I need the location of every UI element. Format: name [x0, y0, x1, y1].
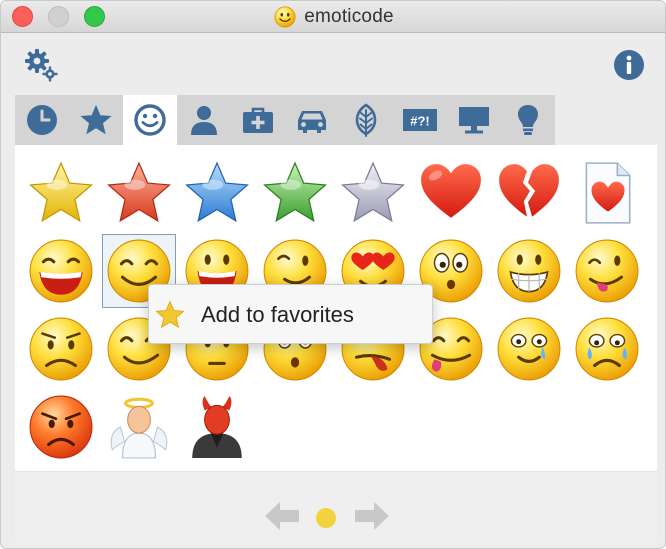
- context-menu: Add to favorites: [148, 284, 433, 344]
- smiley-icon: [274, 6, 296, 28]
- tab-travel[interactable]: [285, 95, 339, 145]
- add-to-favorites-label: Add to favorites: [201, 302, 354, 327]
- emoticon-heart-document[interactable]: [570, 156, 644, 230]
- emoticon-devil[interactable]: [180, 390, 254, 464]
- lightbulb-icon: [517, 105, 539, 135]
- emoticon-broken-heart[interactable]: [492, 156, 566, 230]
- emoticon-angel[interactable]: [102, 390, 176, 464]
- toolbar: [1, 33, 665, 95]
- emoticon-big-grin-face[interactable]: [492, 234, 566, 308]
- window-title: emoticode: [304, 6, 394, 27]
- favorite-star-icon: [155, 300, 185, 329]
- info-icon[interactable]: [613, 49, 645, 81]
- svg-text:#?!: #?!: [410, 114, 430, 129]
- tab-symbols[interactable]: #?!: [393, 95, 447, 145]
- emoticon-red-star[interactable]: [102, 156, 176, 230]
- emoticon-crying-face[interactable]: [570, 312, 644, 386]
- smiley-icon: [134, 104, 166, 136]
- tab-favorites[interactable]: [69, 95, 123, 145]
- arrow-left-icon[interactable]: [265, 502, 299, 530]
- emoticon-worried-face[interactable]: [24, 312, 98, 386]
- app-window: emoticode #?! Add to favorites: [0, 0, 666, 549]
- emoticon-tongue-out-face[interactable]: [570, 234, 644, 308]
- tab-people[interactable]: [177, 95, 231, 145]
- emoticon-laughing-face[interactable]: [24, 234, 98, 308]
- car-icon: [298, 111, 326, 133]
- title-bar: emoticode: [1, 1, 665, 33]
- emoticon-blue-star[interactable]: [180, 156, 254, 230]
- tab-smileys[interactable]: [123, 95, 177, 145]
- category-tab-bar: #?!: [15, 95, 555, 145]
- person-icon: [191, 106, 217, 135]
- tab-nature[interactable]: [339, 95, 393, 145]
- monitor-icon: [459, 107, 489, 134]
- tab-recent[interactable]: [15, 95, 69, 145]
- emoticon-gold-star[interactable]: [24, 156, 98, 230]
- tab-computer[interactable]: [447, 95, 501, 145]
- settings-gears-icon[interactable]: [23, 47, 59, 83]
- leaf-icon: [355, 103, 377, 137]
- symbols-text-icon: #?!: [403, 109, 437, 131]
- tab-ideas[interactable]: [501, 95, 555, 145]
- emoticon-angry-face[interactable]: [24, 390, 98, 464]
- medical-kit-icon: [243, 107, 273, 133]
- emoticon-green-star[interactable]: [258, 156, 332, 230]
- arrow-right-icon[interactable]: [355, 502, 389, 530]
- pagination-bar: [15, 471, 657, 543]
- add-to-favorites-menu-item[interactable]: Add to favorites: [149, 285, 434, 345]
- clock-icon: [27, 105, 57, 135]
- emoticon-silver-star[interactable]: [336, 156, 410, 230]
- tab-objects[interactable]: [231, 95, 285, 145]
- star-icon: [80, 105, 112, 135]
- emoticon-red-heart[interactable]: [414, 156, 488, 230]
- emoticon-tears-of-joy-face[interactable]: [492, 312, 566, 386]
- page-dot-icon[interactable]: [316, 508, 336, 528]
